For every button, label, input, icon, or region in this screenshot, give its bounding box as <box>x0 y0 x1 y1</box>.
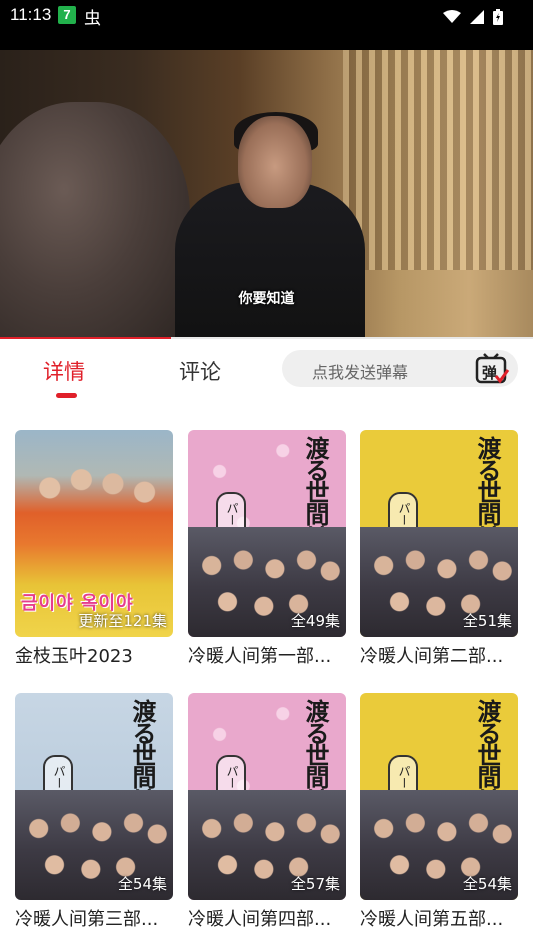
episode-badge: 全54集 <box>117 875 167 893</box>
series-title[interactable]: 冷暖人间第四部... <box>188 905 346 931</box>
episode-badge: 更新至121集 <box>78 612 167 630</box>
video-subtitle: 你要知道 <box>238 291 295 307</box>
video-progress-track[interactable] <box>0 337 533 339</box>
video-player[interactable]: 你要知道 <box>0 32 533 338</box>
bug-icon: 虫 <box>84 9 101 29</box>
video-progress-fill <box>0 337 171 339</box>
series-poster[interactable]: 渡る世間は鬼ばかり パート5 全54集 <box>360 693 518 900</box>
tab-comments[interactable]: 评论 <box>179 356 221 386</box>
status-bar: 11:13 7 虫 <box>0 0 533 32</box>
app-notification-icon: 7 <box>58 6 76 24</box>
danmaku-icon[interactable]: 弹 <box>474 352 510 390</box>
episode-badge: 全57集 <box>290 875 340 893</box>
battery-icon <box>493 8 503 25</box>
active-tab-indicator <box>56 393 77 398</box>
series-title[interactable]: 冷暖人间第三部... <box>15 905 173 931</box>
episode-badge: 全51集 <box>462 612 512 630</box>
background-wall <box>343 50 533 270</box>
series-poster[interactable]: 금이야 옥이야 更新至121集 <box>15 430 173 637</box>
tab-details[interactable]: 详情 <box>43 356 85 386</box>
status-time: 11:13 <box>10 5 52 24</box>
danmaku-icon-label: 弹 <box>482 364 497 382</box>
series-poster[interactable]: 渡る世間は鬼ばかり パート4 全57集 <box>188 693 346 900</box>
system-icons <box>439 6 503 25</box>
wifi-icon <box>442 9 461 23</box>
episode-badge: 全49集 <box>290 612 340 630</box>
signal-icon <box>469 9 484 24</box>
series-poster[interactable]: 渡る世間は鬼ばかり パート1 全49集 <box>188 430 346 637</box>
danmaku-input[interactable]: 点我发送弹幕 弹 <box>282 350 518 387</box>
danmaku-placeholder: 点我发送弹幕 <box>312 363 409 382</box>
series-title[interactable]: 冷暖人间第二部... <box>360 642 518 668</box>
episode-badge: 全54集 <box>462 875 512 893</box>
series-title[interactable]: 冷暖人间第一部... <box>188 642 346 668</box>
man-face <box>238 116 312 208</box>
series-title[interactable]: 冷暖人间第五部... <box>360 905 518 931</box>
series-title[interactable]: 金枝玉叶2023 <box>15 642 173 668</box>
series-poster[interactable]: 渡る世間は鬼ばかり パート2 全51集 <box>360 430 518 637</box>
series-poster[interactable]: 渡る世間は鬼ばかり パート3 全54集 <box>15 693 173 900</box>
